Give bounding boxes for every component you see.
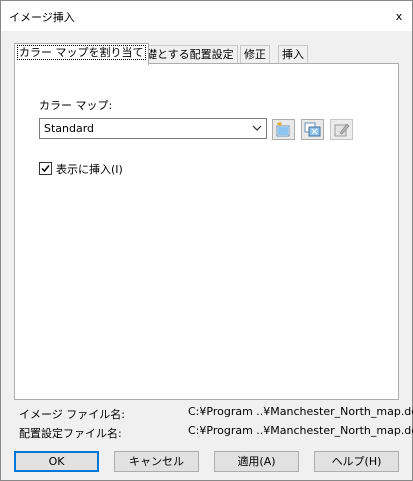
new-colormap-button[interactable]	[272, 119, 295, 140]
edit-colormap-icon	[334, 123, 350, 137]
copy-colormap-icon	[304, 122, 321, 137]
colormap-select-value: Standard	[44, 122, 95, 135]
tab-strip: カラー マップを割り当て 基礎とする配置設定 修正 挿入	[14, 43, 399, 65]
cancel-button[interactable]: キャンセル	[114, 451, 199, 472]
chevron-down-icon	[252, 125, 262, 131]
help-button[interactable]: ヘルプ(H)	[314, 451, 399, 472]
copy-colormap-button[interactable]	[301, 119, 324, 140]
apply-button[interactable]: 適用(A)	[214, 451, 299, 472]
show-insert-label: 表示に挿入(I)	[56, 163, 123, 176]
insert-image-dialog: イメージ挿入 x カラー マップを割り当て 基礎とする配置設定 修正 挿入 カラ…	[0, 0, 413, 481]
edit-colormap-button[interactable]	[330, 119, 353, 140]
close-button[interactable]: x	[393, 10, 405, 23]
image-filename-value: C:¥Program ..¥Manchester_North_map.dem	[188, 405, 413, 418]
show-insert-checkbox[interactable]	[39, 162, 52, 175]
ok-button[interactable]: OK	[14, 451, 99, 472]
colormap-label: カラー マップ:	[39, 99, 113, 112]
tab-label: 基礎とする配置設定	[135, 48, 234, 61]
tab-label: カラー マップを割り当て	[17, 45, 146, 60]
window-title: イメージ挿入	[9, 11, 75, 24]
image-filename-label: イメージ ファイル名:	[19, 408, 125, 421]
tab-panel: カラー マップ: Standard 表示に挿入(I)	[14, 63, 399, 400]
tab-modify[interactable]: 修正	[240, 45, 270, 64]
title-bar: イメージ挿入 x	[1, 1, 412, 31]
colormap-select[interactable]: Standard	[39, 118, 267, 139]
tab-assign-colormap[interactable]: カラー マップを割り当て	[14, 43, 149, 65]
checkmark-icon	[41, 165, 50, 173]
tab-label: 挿入	[282, 48, 304, 61]
tab-label: 修正	[244, 48, 266, 61]
placement-filename-label: 配置設定ファイル名:	[19, 427, 122, 440]
placement-filename-value: C:¥Program ..¥Manchester_North_map.dem	[188, 424, 413, 437]
new-colormap-icon	[276, 122, 290, 137]
tab-insert[interactable]: 挿入	[278, 45, 308, 64]
